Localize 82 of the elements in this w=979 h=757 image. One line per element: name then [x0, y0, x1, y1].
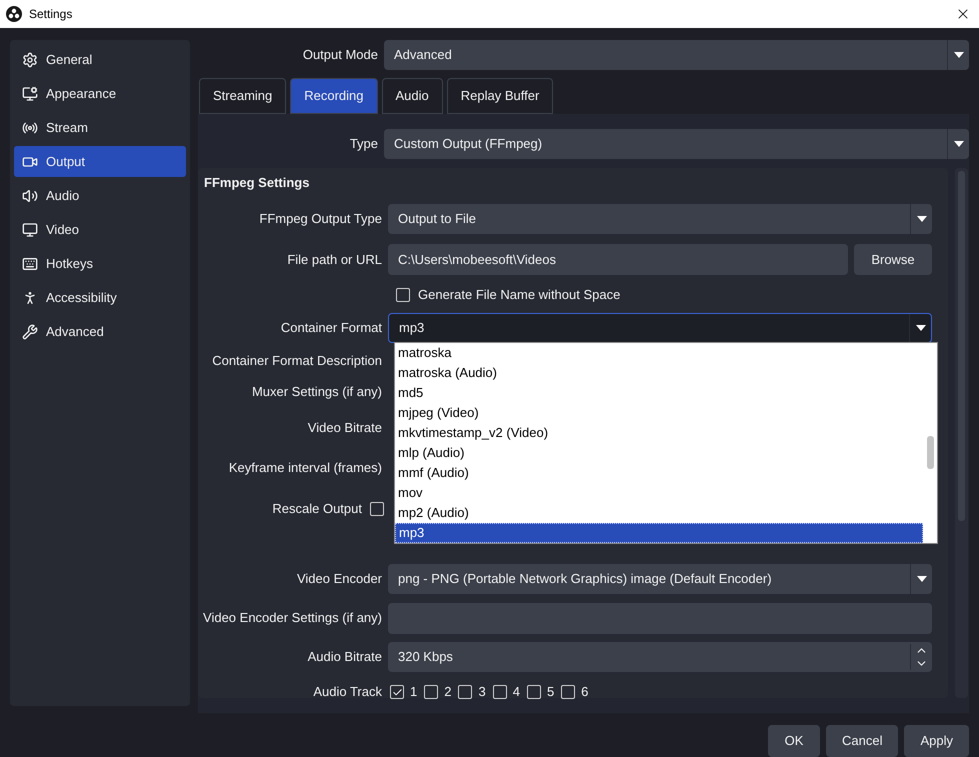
field-label: Container Format Description	[211, 352, 383, 370]
checkbox[interactable]	[561, 685, 576, 699]
list-option[interactable]: mjpeg (Video)	[395, 403, 923, 423]
tab[interactable]: Streaming	[199, 78, 286, 114]
list-option[interactable]: md5	[395, 383, 923, 403]
dropdown[interactable]: mp3	[388, 313, 932, 343]
sidebar-item[interactable]: Audio	[14, 180, 186, 211]
field-label: Video Encoder Settings (if any)	[202, 609, 383, 628]
field-label: File path or URL	[286, 250, 383, 269]
scrollbar[interactable]	[955, 168, 968, 698]
field-label: Type	[348, 135, 379, 154]
list-option[interactable]: mov	[395, 483, 923, 503]
tab[interactable]: Audio	[382, 78, 443, 114]
track-number: 2	[444, 683, 452, 702]
sidebar-item[interactable]: Advanced	[14, 316, 186, 347]
track-number: 3	[478, 683, 486, 702]
list-option[interactable]: matroska (Audio)	[395, 363, 923, 383]
checkbox[interactable]	[370, 502, 384, 516]
checkbox[interactable]	[390, 685, 404, 699]
app-logo-icon	[6, 6, 22, 22]
browse-button[interactable]: Browse	[854, 244, 932, 275]
field-label: FFmpeg Output Type	[258, 210, 383, 228]
tab[interactable]: Recording	[290, 78, 378, 114]
settings-icon	[22, 52, 38, 68]
check-icon	[392, 686, 402, 698]
text-field[interactable]	[388, 602, 932, 634]
checkbox-label: Generate File Name without Space	[418, 286, 620, 304]
keyboard-icon	[22, 256, 38, 272]
sidebar-item[interactable]: General	[14, 44, 186, 75]
track-number: 6	[581, 683, 588, 702]
sidebar-item[interactable]: Appearance	[14, 78, 186, 109]
caret-icon	[954, 141, 964, 147]
scrollbar-thumb[interactable]	[927, 436, 934, 469]
group-title: FFmpeg Settings	[203, 174, 310, 192]
antenna-icon	[22, 120, 38, 136]
track-number: 1	[410, 683, 418, 702]
field-label: Container Format	[280, 319, 383, 338]
dropdown[interactable]: Output to File	[388, 204, 932, 234]
field-label: Muxer Settings (if any)	[250, 383, 383, 402]
field-label: Rescale Output	[272, 500, 362, 518]
dropdown[interactable]: Custom Output (FFmpeg)	[384, 129, 969, 159]
caret-icon	[916, 216, 926, 222]
sidebar-item[interactable]: Accessibility	[14, 282, 186, 313]
checkbox[interactable]	[458, 685, 472, 699]
window-title: Settings	[29, 6, 72, 23]
list-option[interactable]: mlp (Audio)	[395, 443, 923, 463]
caret-icon	[916, 576, 926, 582]
sidebar-item[interactable]: Output	[14, 146, 186, 177]
speaker-icon	[22, 188, 38, 204]
list-option[interactable]: mp3	[395, 523, 923, 543]
path-field[interactable]: C:\Users\mobeesoft\Videos	[388, 244, 848, 275]
dialog-button[interactable]: Cancel	[826, 725, 898, 757]
monitor-icon	[22, 86, 38, 102]
list-option[interactable]: mp2 (Audio)	[395, 503, 923, 523]
dialog-button[interactable]: OK	[768, 725, 820, 757]
checkbox[interactable]	[492, 685, 507, 699]
dropdown[interactable]: png - PNG (Portable Network Graphics) image (Default Encoder)	[388, 564, 932, 594]
field-label: Keyframe interval (frames)	[228, 459, 383, 478]
dialog-button[interactable]: Apply	[904, 725, 969, 757]
sidebar-item[interactable]: Video	[14, 214, 186, 245]
tools-icon	[22, 324, 38, 340]
field-label: Output Mode	[302, 46, 379, 64]
field-label: Audio Bitrate	[306, 648, 383, 666]
checkbox[interactable]	[396, 288, 410, 302]
sidebar-item[interactable]: Stream	[14, 112, 186, 143]
dropdown[interactable]: Advanced	[384, 40, 969, 70]
caret-icon	[954, 52, 964, 58]
checkbox[interactable]	[424, 685, 438, 699]
sidebar-item[interactable]: Hotkeys	[14, 248, 186, 279]
spin-box[interactable]: 320 Kbps	[388, 642, 932, 672]
caret-icon	[916, 325, 926, 331]
monitor-icon	[22, 222, 38, 238]
field-label: Video Encoder	[296, 570, 383, 588]
list-option[interactable]: mmf (Audio)	[395, 463, 923, 483]
field-label: Audio Track	[312, 683, 383, 702]
list-option[interactable]: mkvtimestamp_v2 (Video)	[395, 423, 923, 443]
tab[interactable]: Replay Buffer	[446, 78, 554, 114]
checkbox[interactable]	[526, 685, 541, 699]
field-label: Video Bitrate	[306, 419, 383, 438]
track-number: 4	[512, 683, 520, 702]
track-number: 5	[546, 683, 554, 702]
list-option[interactable]: matroska	[395, 343, 923, 363]
